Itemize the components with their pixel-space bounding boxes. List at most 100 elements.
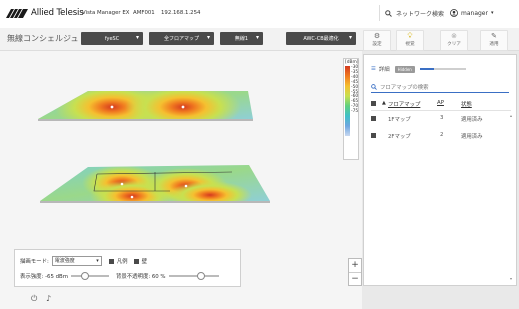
radio-dropdown[interactable]: 無線1 ▾	[220, 32, 263, 45]
legend-value: -75	[351, 109, 359, 115]
strength-slider[interactable]	[70, 272, 109, 280]
opacity-label: 背景不透明度: 60 %	[115, 274, 166, 280]
user-icon	[450, 9, 458, 17]
table-header: ▲ フロアマップ AP 状態	[371, 100, 511, 111]
slider-handle[interactable]	[80, 272, 89, 280]
visualize-button[interactable]: 💡︎ 視覚	[396, 30, 424, 51]
access-point-icon[interactable]	[181, 105, 185, 109]
access-point-icon[interactable]	[120, 182, 124, 186]
strength-label: 表示強度: -65 dBm	[20, 274, 68, 280]
mode-label: 描画モード:	[20, 259, 49, 265]
clear-button[interactable]: ⊗ クリア	[440, 30, 468, 51]
row-ap: 3	[440, 115, 444, 121]
floormap-search[interactable]: フロアマップの検索	[371, 82, 509, 93]
apply-button-label: 適用	[489, 42, 499, 47]
floormap-dropdown-label: 全フロアマップ	[163, 36, 199, 42]
render-mode-value: 電波強度	[54, 258, 75, 264]
module-name: AMF001	[133, 10, 155, 16]
chevron-down-icon: ▾	[206, 34, 210, 41]
lightbulb-icon: 💡︎	[407, 32, 413, 40]
user-menu[interactable]: manager ▾	[450, 9, 493, 17]
network-search-placeholder: ネットワーク検索	[396, 11, 445, 18]
floor-2f[interactable]	[38, 83, 253, 131]
opacity-slider[interactable]	[419, 68, 466, 70]
row-checkbox[interactable]	[371, 116, 376, 121]
detail-toggle[interactable]: ☰ 詳細 Hidden	[371, 65, 466, 73]
network-search[interactable]: ネットワーク検索	[379, 5, 445, 21]
wrench-icon: ✎	[491, 32, 497, 40]
bottom-bar: ⏻ ♪	[0, 291, 362, 309]
floor-1f[interactable]	[40, 165, 270, 212]
scroll-down-icon[interactable]: ▾	[510, 276, 512, 281]
legend-color-bar	[345, 66, 350, 136]
render-mode-select[interactable]: 電波強度 ▾	[51, 256, 102, 266]
column-ap[interactable]: AP	[437, 100, 444, 106]
page-title: 無線コンシェルジュ	[7, 34, 79, 43]
mode-dropdown[interactable]: AWC-CB最適化 ▾	[286, 32, 356, 45]
scrollbar[interactable]: ▴ ▾	[510, 113, 514, 281]
user-name: manager	[461, 9, 488, 17]
detail-label: 詳細	[378, 67, 390, 73]
legend-checkbox-label: 凡例	[116, 259, 128, 265]
floormap-search-placeholder: フロアマップの検索	[380, 85, 429, 91]
list-icon: ☰	[371, 66, 376, 72]
brand-name: Allied Telesis	[31, 8, 84, 18]
brand-logo: Allied Telesis	[6, 8, 84, 18]
gear-icon: ⚙	[373, 32, 381, 40]
chevron-down-icon: ▾	[255, 34, 259, 41]
floormap-panel: ☰ 詳細 Hidden フロアマップの検索 ▲ フロアマップ AP 状態 1Fマ…	[363, 54, 517, 286]
legend-labels: -30 -35 -40 -45 -50 -55 -60 -65 -70 -75	[351, 65, 359, 115]
top-bar: Allied Telesis Vista Manager EX AMF001 1…	[0, 0, 519, 29]
access-point-icon[interactable]	[184, 184, 188, 188]
clear-button-label: クリア	[447, 42, 461, 47]
column-floormap[interactable]: フロアマップ	[388, 100, 420, 108]
search-icon	[385, 10, 392, 17]
search-icon	[371, 84, 377, 90]
row-status: 適用済み	[461, 117, 483, 123]
hidden-badge[interactable]: Hidden	[394, 65, 415, 73]
slider-handle[interactable]	[196, 272, 205, 280]
allied-logo-icon	[6, 8, 28, 18]
column-status[interactable]: 状態	[461, 100, 472, 108]
row-checkbox[interactable]	[371, 133, 376, 138]
apply-button[interactable]: ✎ 適用	[480, 30, 508, 51]
sort-asc-icon[interactable]: ▲	[382, 100, 386, 106]
settings-button-label: 設定	[372, 42, 382, 47]
ip-address: 192.168.1.254	[161, 10, 201, 16]
table-row[interactable]: 2Fマップ 2 適用済み	[371, 132, 511, 142]
scroll-up-icon[interactable]: ▴	[510, 113, 512, 118]
settings-button[interactable]: ⚙ 設定	[363, 30, 391, 51]
clear-icon: ⊗	[451, 32, 457, 40]
toolbar: 無線コンシェルジュ fyeSC ▾ 全フロアマップ ▾ 無線1 ▾ AWC-CB…	[0, 28, 519, 51]
chevron-down-icon: ▾	[490, 10, 494, 16]
access-point-icon[interactable]	[110, 105, 114, 109]
display-controls: 描画モード: 電波強度 ▾ 凡例 壁 表示強度: -65 dBm 背景不透明度:…	[14, 249, 241, 287]
zoom-out-button[interactable]: −	[349, 273, 361, 286]
floormap-dropdown[interactable]: 全フロアマップ ▾	[149, 32, 214, 45]
row-ap: 2	[440, 132, 444, 138]
radio-dropdown-label: 無線1	[234, 36, 249, 42]
chevron-down-icon: ▾	[348, 34, 352, 41]
row-floormap: 2Fマップ	[388, 134, 411, 140]
mode-dropdown-label: AWC-CB最適化	[303, 36, 339, 42]
access-point-icon[interactable]	[130, 195, 134, 199]
row-status: 適用済み	[461, 134, 483, 140]
table-row[interactable]: 1Fマップ 3 適用済み	[371, 115, 511, 125]
power-icon[interactable]: ⏻	[31, 294, 37, 304]
legend-checkbox[interactable]	[108, 258, 114, 264]
wall-checkbox-label: 壁	[141, 259, 147, 265]
bell-icon[interactable]: ♪	[46, 294, 51, 303]
signal-legend: [dBm] -30 -35 -40 -45 -50 -55 -60 -65 -7…	[343, 58, 359, 160]
zoom-in-button[interactable]: +	[349, 259, 361, 273]
select-all-checkbox[interactable]	[371, 101, 376, 106]
product-name: Vista Manager EX	[82, 10, 130, 16]
chevron-down-icon: ▾	[135, 34, 139, 41]
visualize-button-label: 視覚	[405, 42, 415, 47]
site-dropdown-label: fyeSC	[104, 35, 120, 42]
site-dropdown[interactable]: fyeSC ▾	[81, 32, 143, 45]
chevron-down-icon: ▾	[96, 258, 99, 264]
wall-checkbox[interactable]	[133, 258, 139, 264]
zoom-control: + −	[348, 258, 362, 286]
row-floormap: 1Fマップ	[388, 117, 411, 123]
bg-opacity-slider[interactable]	[168, 272, 219, 280]
